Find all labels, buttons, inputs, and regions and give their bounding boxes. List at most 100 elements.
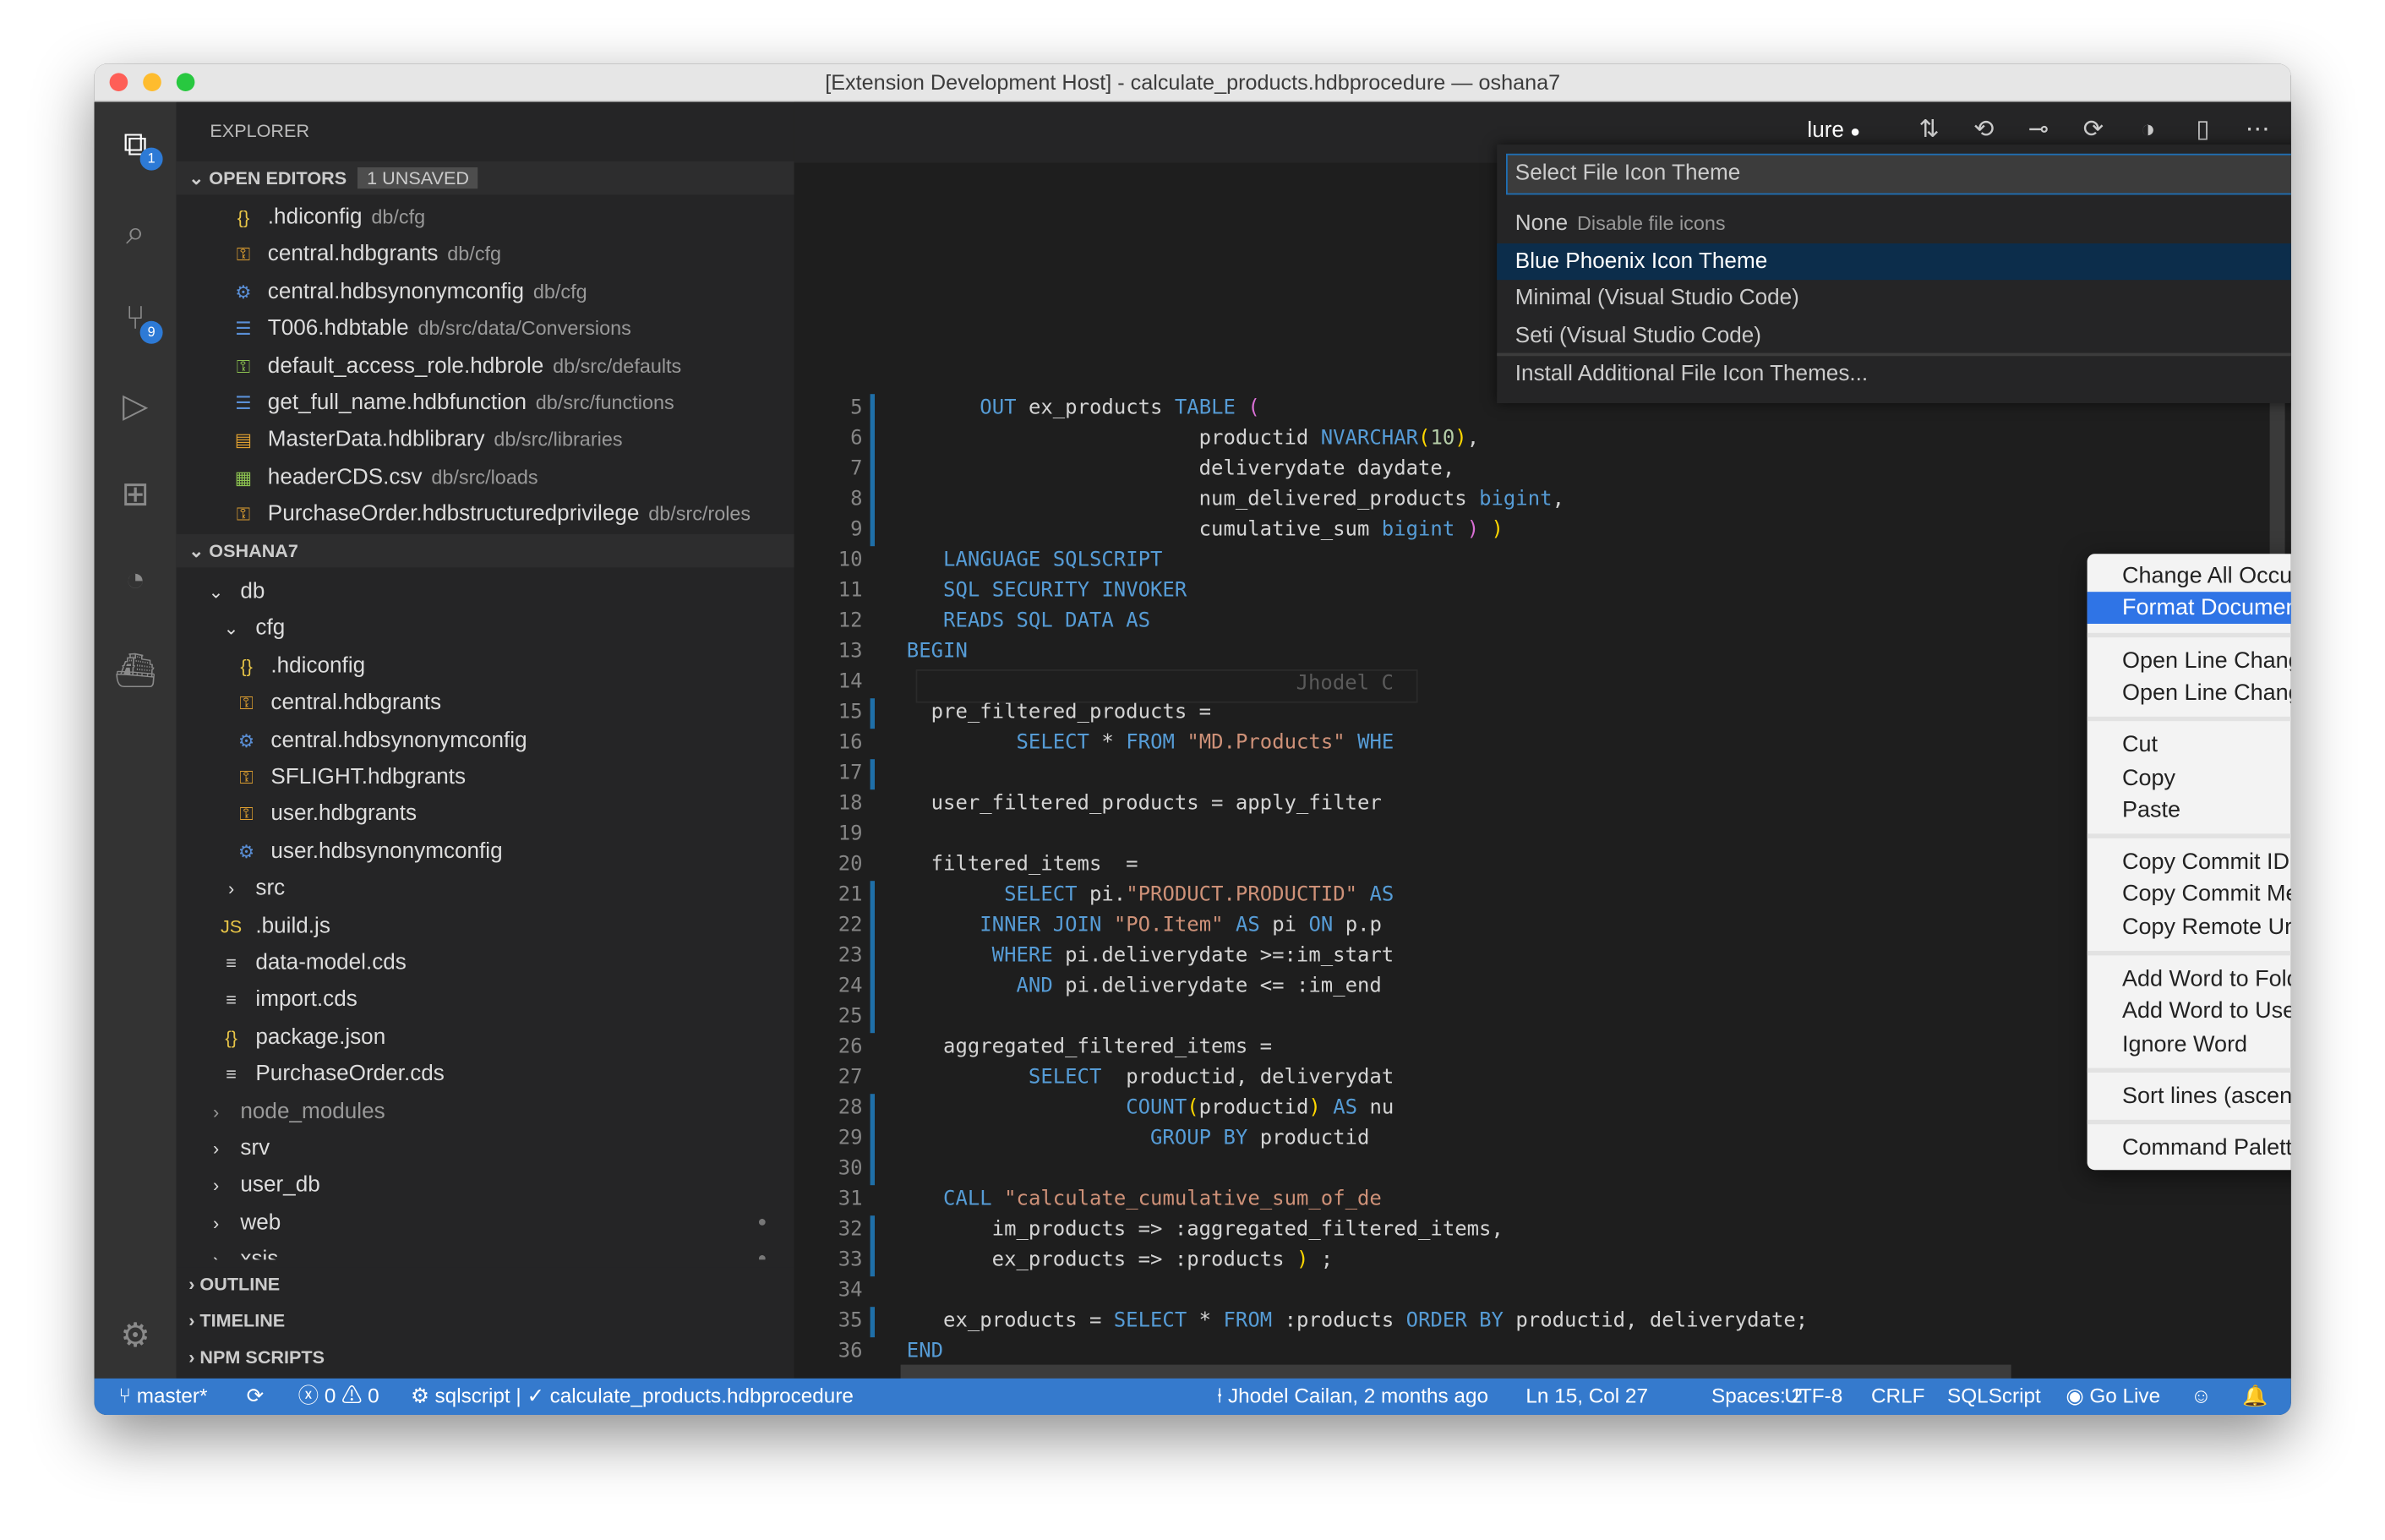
more-icon[interactable]: ⋯ <box>2230 114 2285 145</box>
status-golive[interactable]: ◉ Go Live <box>2066 1379 2160 1415</box>
tree-item[interactable]: ⚿ central.hdbgrants <box>177 685 794 721</box>
tree-item[interactable]: ⚙ user.hdbsynonymconfig <box>177 833 794 870</box>
status-language[interactable]: SQLScript <box>1947 1379 2041 1415</box>
code-line[interactable]: END <box>907 1337 943 1368</box>
close-window-button[interactable] <box>109 73 128 91</box>
code-line[interactable]: SELECT * FROM "MD.Products" WHE <box>907 729 1394 759</box>
prev-change-icon[interactable]: ⟲ <box>1957 114 2011 145</box>
menu-item-command-palette[interactable]: Command Palette...⇧⌘P <box>2088 1133 2291 1165</box>
tree-item[interactable]: ⚿ user.hdbgrants <box>177 796 794 833</box>
tree-item[interactable]: JS .build.js <box>177 908 794 944</box>
code-line[interactable]: aggregated_filtered_items = <box>907 1033 1272 1063</box>
npm-scripts-section[interactable]: › NPM SCRIPTS <box>177 1341 794 1374</box>
git-graph-icon[interactable]: ◔ <box>114 559 156 601</box>
git-change-gutter[interactable] <box>870 1215 875 1277</box>
code-line[interactable]: AND pi.deliverydate <= :im_end <box>907 972 1382 1002</box>
menu-item-copy-remote-url[interactable]: Copy Remote Url <box>2088 911 2291 943</box>
code-line[interactable]: ex_products => :products ) ; <box>907 1246 1334 1276</box>
run-debug-icon[interactable]: ▷ <box>114 385 156 427</box>
code-line[interactable]: productid NVARCHAR(10), <box>907 424 1480 455</box>
menu-item-copy[interactable]: Copy⌘C <box>2088 762 2291 794</box>
menu-item-paste[interactable]: Paste⌘V <box>2088 794 2291 826</box>
open-editor-item[interactable]: ⚙ central.hdbsynonymconfig db/cfg <box>177 274 794 310</box>
quick-pick-input[interactable]: Select File Icon Theme <box>1506 153 2291 195</box>
status-sync[interactable]: ⟳ <box>247 1379 264 1415</box>
quick-pick-item[interactable]: Seti (Visual Studio Code) <box>1497 317 2291 353</box>
status-encoding[interactable]: UTF-8 <box>1784 1379 1842 1415</box>
quick-pick-item[interactable]: Blue Phoenix Icon Theme <box>1497 243 2291 280</box>
git-change-gutter[interactable] <box>870 394 875 547</box>
tree-item[interactable]: › node_modules <box>177 1093 794 1129</box>
project-header[interactable]: ⌄ OSHANA7 <box>176 533 794 568</box>
editor-area[interactable]: lure ● ⇅ ⟲ ⊸ ⟳ ◑ ▯ ⋯ 5 OUT ex_products TABLE (… <box>794 101 2291 1380</box>
status-task[interactable]: ⚙ sqlscript | ✓ calculate_products.hdbpr… <box>411 1379 854 1415</box>
tab-title-fragment[interactable]: lure ● <box>1807 118 1860 143</box>
git-change-gutter[interactable] <box>870 1307 875 1338</box>
status-problems[interactable]: ⓧ 0 ⚠ 0 <box>298 1379 379 1415</box>
tree-item[interactable]: ⚙ central.hdbsynonymconfig <box>177 722 794 758</box>
code-line[interactable]: SELECT productid, deliverydat <box>907 1063 1394 1094</box>
code-line[interactable]: deliverydate daydate, <box>907 455 1455 485</box>
code-line[interactable]: READS SQL DATA AS <box>907 607 1150 637</box>
tree-item[interactable]: › srv <box>177 1130 794 1166</box>
status-notifications[interactable]: 🔔 <box>2242 1379 2268 1415</box>
minimize-window-button[interactable] <box>143 73 161 91</box>
tree-item[interactable]: ⌄ db <box>177 574 794 610</box>
open-editor-item[interactable]: ☰ get_full_name.hdbfunction db/src/functio… <box>177 385 794 421</box>
code-line[interactable]: CALL "calculate_cumulative_sum_of_de <box>907 1185 1382 1215</box>
status-branch[interactable]: ⑂ master* <box>118 1379 207 1415</box>
search-icon[interactable]: ⌕ <box>114 211 156 254</box>
docker-icon[interactable]: ⛴ <box>114 650 156 692</box>
extensions-icon[interactable]: ⊞ <box>114 473 156 516</box>
quick-pick-item[interactable]: Minimal (Visual Studio Code) <box>1497 280 2291 316</box>
code-line[interactable]: GROUP BY productid <box>907 1124 1369 1155</box>
menu-item-open-line-changes-with-previous-revision-g[interactable]: Open Line Changes with Previous Revision… <box>2088 644 2291 676</box>
source-control-icon[interactable]: ⑂ 9 <box>114 297 163 344</box>
code-line[interactable]: COUNT(productid) AS nu <box>907 1094 1394 1124</box>
status-cursor[interactable]: Ln 15, Col 27 <box>1525 1379 1648 1415</box>
compare-icon[interactable]: ⇅ <box>1902 114 1957 145</box>
code-line[interactable]: user_filtered_products = apply_filter <box>907 789 1382 820</box>
menu-item-copy-commit-message[interactable]: Copy Commit Message <box>2088 878 2291 910</box>
settings-gear-icon[interactable]: ⚙ <box>114 1314 156 1357</box>
tree-item[interactable]: › user_db <box>177 1167 794 1204</box>
open-editor-item[interactable]: ☰ T006.hdbtable db/src/data/Conversions <box>177 311 794 347</box>
git-change-gutter[interactable] <box>870 698 875 729</box>
status-eol[interactable]: CRLF <box>1871 1379 1924 1415</box>
tree-item[interactable]: ⚿ SFLIGHT.hdbgrants <box>177 759 794 795</box>
code-line[interactable]: INNER JOIN "PO.Item" AS pi ON p.p <box>907 911 1382 942</box>
menu-item-add-word-to-folder-dictionary[interactable]: Add Word to Folder Dictionary <box>2088 963 2291 995</box>
commit-icon[interactable]: ⊸ <box>2011 114 2066 145</box>
menu-item-copy-commit-id[interactable]: Copy Commit ID <box>2088 846 2291 878</box>
quick-pick-item[interactable]: None Disable file icons <box>1497 205 2291 242</box>
menu-item-format-document[interactable]: Format Document⌥⇧F <box>2087 592 2291 625</box>
timeline-section[interactable]: › TIMELINE <box>177 1304 794 1338</box>
open-editor-item[interactable]: {} .hdiconfig db/cfg <box>177 199 794 236</box>
split-editor-icon[interactable]: ▯ <box>2175 114 2230 145</box>
code-line[interactable]: SQL SECURITY INVOKER <box>907 576 1187 607</box>
tree-item[interactable]: ≡ import.cds <box>177 982 794 1018</box>
open-editor-item[interactable]: ▦ headerCDS.csv db/src/loads <box>177 459 794 495</box>
quick-pick-item[interactable]: Install Additional File Icon Themes... <box>1497 352 2291 392</box>
menu-item-add-word-to-user-dictionary[interactable]: Add Word to User Dictionary <box>2088 996 2291 1028</box>
next-change-icon[interactable]: ⟳ <box>2066 114 2120 145</box>
tree-item[interactable]: ≡ PurchaseOrder.cds <box>177 1057 794 1093</box>
zoom-window-button[interactable] <box>176 73 195 91</box>
open-editor-item[interactable]: ▤ MasterData.hdblibrary db/src/libraries <box>177 422 794 458</box>
code-line[interactable]: num_delivered_products bigint, <box>907 485 1564 516</box>
menu-item-sort-lines-ascending-case-sensitive[interactable]: Sort lines (ascending, case sensitive)F9 <box>2088 1080 2291 1112</box>
menu-item-ignore-word[interactable]: Ignore Word <box>2088 1028 2291 1060</box>
code-line[interactable]: SELECT pi."PRODUCT.PRODUCTID" AS <box>907 881 1394 911</box>
code-line[interactable]: OUT ex_products TABLE ( <box>907 394 1259 424</box>
status-blame[interactable]: ⍿ Jhodel Cailan, 2 months ago <box>1217 1379 1488 1415</box>
open-editor-item[interactable]: ⚿ central.hdbgrants db/cfg <box>177 237 794 273</box>
code-line[interactable]: BEGIN <box>907 637 968 668</box>
tree-item[interactable]: › web ● <box>177 1204 794 1241</box>
code-line[interactable]: LANGUAGE SQLSCRIPT <box>907 546 1162 576</box>
timeline-icon[interactable]: ◑ <box>2120 117 2175 145</box>
git-change-gutter[interactable] <box>870 1094 875 1186</box>
tree-item[interactable]: › xsjs ● <box>177 1242 794 1259</box>
open-editor-item[interactable]: ⚿ PurchaseOrder.hdbstructuredprivilege db/… <box>177 496 794 532</box>
tree-item[interactable]: › src <box>177 871 794 907</box>
explorer-icon[interactable]: ⧉ 1 <box>114 123 163 171</box>
